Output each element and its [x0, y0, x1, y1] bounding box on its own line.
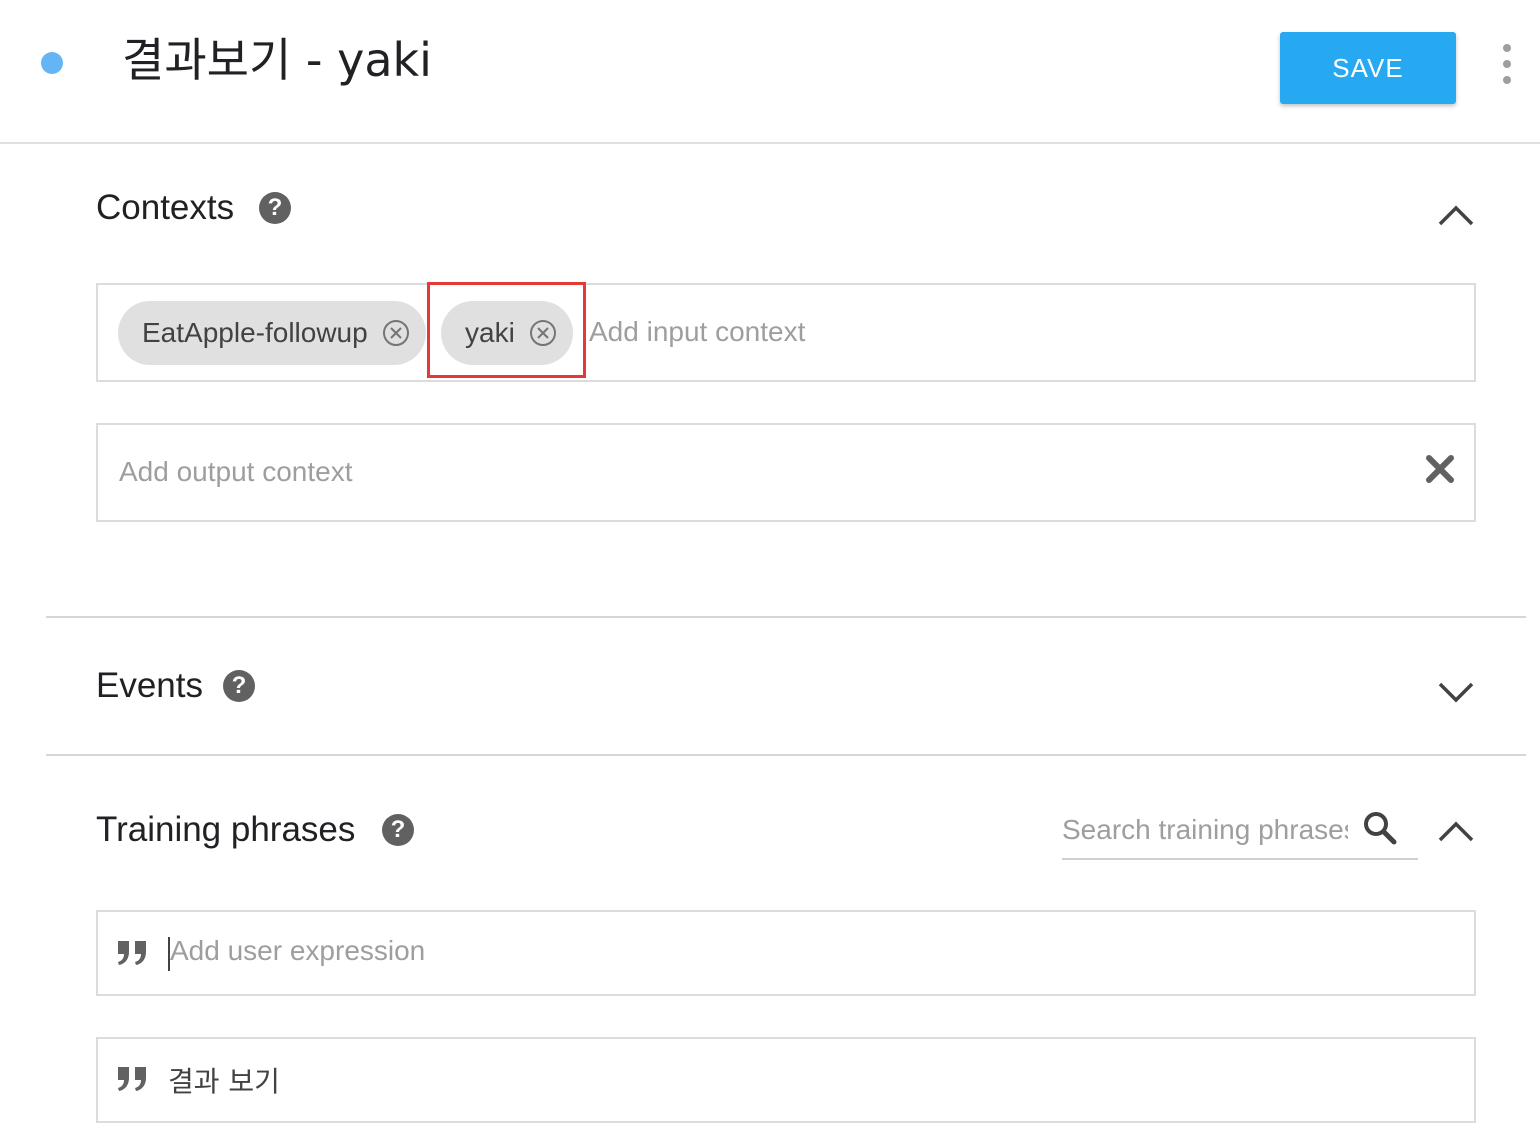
more-options-icon[interactable]	[1496, 44, 1518, 84]
search-training-input[interactable]: Search training phrases	[1062, 806, 1418, 860]
training-phrase-text[interactable]: 결과 보기	[168, 1060, 280, 1100]
help-icon[interactable]: ?	[223, 670, 255, 702]
chevron-up-icon[interactable]	[1436, 196, 1476, 236]
help-icon[interactable]: ?	[382, 814, 414, 846]
training-phrase-row[interactable]	[96, 1037, 1476, 1123]
chip-label: EatApple-followup	[142, 317, 368, 348]
output-context-field[interactable]: Add output context	[96, 423, 1476, 522]
quote-icon	[116, 939, 148, 967]
events-title: Events	[96, 666, 203, 705]
input-context-field[interactable]: EatApple-followup yaki Add input context	[96, 283, 1476, 382]
section-divider	[46, 754, 1526, 756]
add-expression-placeholder[interactable]: Add user expression	[170, 935, 425, 967]
contexts-title: Contexts	[96, 188, 235, 227]
section-divider	[46, 616, 1526, 618]
search-placeholder[interactable]: Search training phrases	[1062, 814, 1348, 846]
input-context-placeholder[interactable]: Add input context	[589, 316, 805, 348]
context-chip[interactable]: EatApple-followup	[118, 301, 426, 365]
intent-title[interactable]: 결과보기 - yaki	[122, 30, 432, 90]
remove-chip-icon[interactable]	[382, 319, 410, 347]
chevron-down-icon[interactable]	[1436, 672, 1476, 712]
output-context-placeholder[interactable]: Add output context	[119, 456, 353, 488]
chevron-up-icon[interactable]	[1436, 812, 1476, 852]
quote-icon	[116, 1065, 148, 1093]
status-dot	[41, 52, 63, 74]
help-icon[interactable]: ?	[259, 192, 291, 224]
save-button[interactable]: SAVE	[1280, 32, 1456, 104]
training-title: Training phrases	[96, 810, 356, 849]
close-icon[interactable]	[1423, 452, 1457, 486]
highlight-box	[427, 282, 586, 378]
intent-header: 결과보기 - yaki SAVE	[0, 0, 1540, 144]
search-icon[interactable]	[1360, 808, 1400, 848]
